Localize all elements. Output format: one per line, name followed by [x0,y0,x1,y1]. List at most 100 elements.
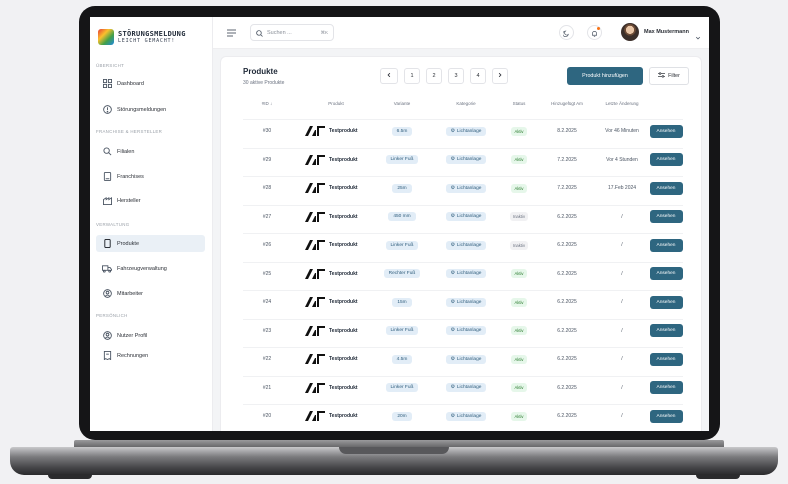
add-product-button[interactable]: Produkt hinzufügen [567,67,643,85]
id-cell: #23 [262,327,272,334]
sidebar-item-filialen[interactable]: Filialen [96,143,205,160]
filter-button[interactable]: Filter [649,67,689,85]
chevron-left-icon [386,72,392,80]
product-name: Testprodukt [329,327,358,334]
sidebar-item-mitarbeiter[interactable]: Mitarbeiter [96,285,205,302]
brand-logo-icon [98,29,114,45]
id-cell: #21 [262,384,272,391]
sidebar-toggle-button[interactable] [225,27,237,39]
variant-cell: 15m [371,291,433,313]
sidebar-item-stoerungsmeldungen[interactable]: Störungsmeldungen [96,101,205,118]
pagination-page-3[interactable]: 3 [448,68,464,84]
added-cell: 7.2.2025 [557,156,577,163]
sidebar-item-dashboard[interactable]: Dashboard [96,75,205,92]
pagination-next-button[interactable] [492,68,508,84]
view-button[interactable]: Ansehen [649,238,683,252]
changed-cell: / [621,299,623,305]
variant-badge: 450 mm [388,212,416,221]
view-button[interactable]: Ansehen [649,352,683,366]
view-button[interactable]: Ansehen [649,267,683,280]
table-header: #ID ↓ Produkt Variante Kategorie Status … [221,101,703,113]
view-button[interactable]: Ansehen [649,210,683,223]
table-row[interactable]: #20 Testprodukt 20m ⚙ Lichtanlage Aktiv 6.2.20… [243,404,683,426]
view-button[interactable]: Ansehen [649,381,683,394]
sidebar-item-fahrzeugverwaltung[interactable]: Fahrzeugverwaltung [96,260,205,277]
status-badge: Aktiv [511,383,527,392]
product-cell: Testprodukt [291,291,381,313]
category-cell: ⚙ Lichtanlage [431,320,501,342]
variant-badge: Linker Fuß [385,326,419,335]
added-cell: 6.2.2025 [557,413,577,419]
category-badge: ⚙ Lichtanlage [445,126,487,136]
changed-cell: Vor 4 Stunden [606,156,638,163]
product-name: Testprodukt [329,185,358,191]
id-cell: #30 [262,128,272,134]
product-name: Testprodukt [329,156,358,163]
sidebar: STÖRUNGSMELDUNG LEICHT GEMACHT! ÜBERSICH… [90,17,213,431]
table-row[interactable]: #24 Testprodukt 15m ⚙ Lichtanlage Aktiv 6.2.20… [243,290,683,312]
status-badge: Aktiv [511,183,527,193]
category-badge: ⚙ Lichtanlage [445,297,487,307]
filter-label: Filter [668,73,680,79]
user-name[interactable]: Max Mustermann [644,29,689,35]
chevron-down-icon[interactable] [695,28,701,46]
view-button[interactable]: Ansehen [649,181,683,195]
product-name: Testprodukt [329,356,358,362]
laptop-foot-right [696,474,740,479]
category-badge: ⚙ Lichtanlage [445,269,487,278]
view-button[interactable]: Ansehen [649,124,683,138]
category-label: Lichtanlage [456,157,482,162]
view-button[interactable]: Ansehen [649,409,683,423]
table-row[interactable]: #22 Testprodukt 4.5m ⚙ Lichtanlage Aktiv 6.2.2… [243,347,683,369]
sidebar-item-nutzer-profil[interactable]: Nutzer Profil [96,327,205,344]
sidebar-item-rechnungen[interactable]: Rechnungen [96,347,205,364]
sidebar-item-label: Fahrzeugverwaltung [117,265,167,272]
pagination-prev-button[interactable] [380,68,398,84]
changed-cell: / [621,384,623,391]
brand-logo[interactable]: STÖRUNGSMELDUNG LEICHT GEMACHT! [98,29,186,45]
search-placeholder: Suchen ... [267,29,292,36]
table-row[interactable]: #26 Testprodukt Linker Fuß ⚙ Lichtanlage Inak… [243,233,683,255]
table-row[interactable]: #23 Testprodukt Linker Fuß ⚙ Lichtanlage Akti… [243,318,683,342]
view-button[interactable]: Ansehen [649,295,683,309]
product-cell: Testprodukt [291,120,381,142]
pagination-page-1[interactable]: 1 [404,68,420,84]
product-logo-icon [305,268,325,279]
variant-cell: 25m [371,177,433,199]
table-row[interactable]: #25 Testprodukt Rechter Fuß ⚙ Lichtanlage Akt… [243,261,683,284]
status-cell: Aktiv [499,320,539,342]
sidebar-item-hersteller[interactable]: Hersteller [96,192,205,209]
search-input[interactable]: Suchen ... ⌘K [250,24,334,41]
theme-toggle-button[interactable] [559,25,574,40]
view-button[interactable]: Ansehen [649,153,683,166]
id-cell: #22 [262,356,272,362]
table-row[interactable]: #29 Testprodukt Linker Fuß ⚙ Lichtanlage Akti… [243,147,683,170]
alert-icon [102,105,112,115]
section-title-verwaltung: VERWALTUNG [96,222,130,227]
id-cell: #25 [262,270,272,277]
sidebar-item-franchises[interactable]: Franchises [96,168,205,185]
table-row[interactable]: #21 Testprodukt Linker Fuß ⚙ Lichtanlage Akti… [243,375,683,399]
table-row[interactable]: #27 Testprodukt 450 mm ⚙ Lichtanlage Inaktiv 6… [243,204,685,228]
category-cell: ⚙ Lichtanlage [431,234,501,256]
action-cell: Ansehen [647,206,685,228]
status-cell: Inaktiv [499,206,539,228]
id-cell: #28 [262,185,272,191]
table-row[interactable]: #30 Testprodukt 6.5m ⚙ Lichtanlage Aktiv 8.2.2… [243,119,683,141]
avatar[interactable] [621,23,639,41]
added-cell: 8.2.2025 [557,128,577,134]
sidebar-item-produkte[interactable]: Produkte [96,235,205,252]
pagination-page-4[interactable]: 4 [470,68,486,84]
notifications-button[interactable] [587,25,602,40]
pagination-page-2[interactable]: 2 [426,68,442,84]
sidebar-item-label: Hersteller [117,197,141,204]
product-cell: Testprodukt [291,377,381,399]
column-header-id[interactable]: #ID ↓ [243,101,291,106]
product-name: Testprodukt [329,213,358,220]
product-cell: Testprodukt [291,348,381,370]
view-button[interactable]: Ansehen [649,324,683,337]
gear-icon: ⚙ [450,214,455,219]
variant-badge: 15m [392,297,412,307]
table-row[interactable]: #28 Testprodukt 25m ⚙ Lichtanlage Aktiv 7.2.20… [243,176,683,198]
product-cell: Testprodukt [291,234,381,256]
